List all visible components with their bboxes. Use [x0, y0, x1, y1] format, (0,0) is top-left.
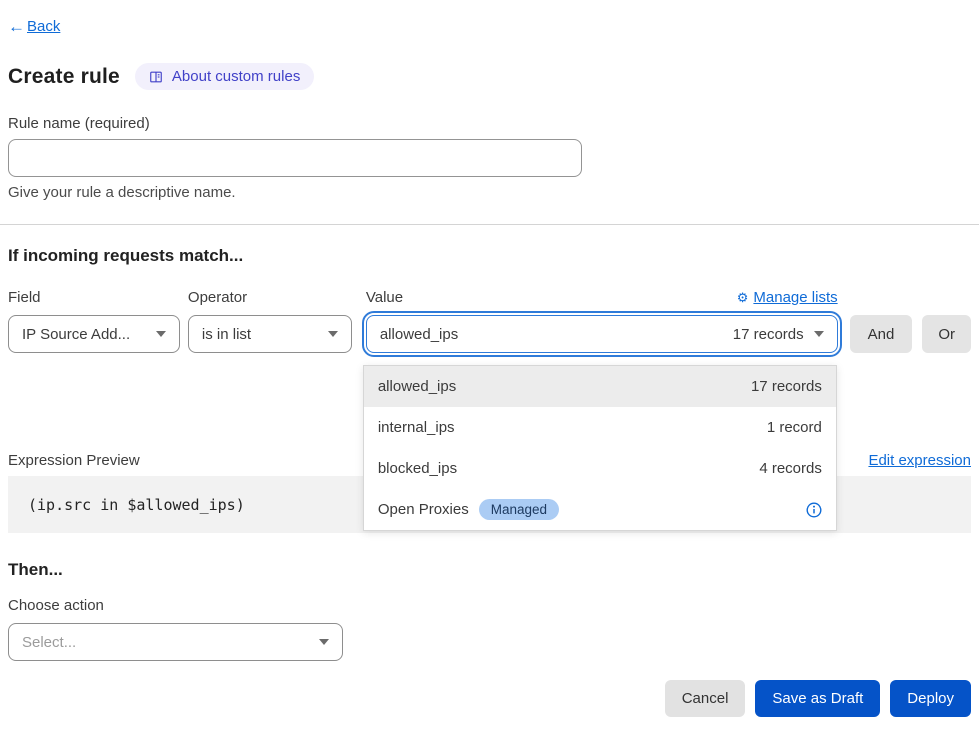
field-select-value: IP Source Add...: [22, 326, 130, 343]
manage-lists-link[interactable]: ⚙ Manage lists: [737, 289, 838, 306]
and-button[interactable]: And: [850, 315, 913, 353]
list-option-meta: 4 records: [759, 460, 822, 477]
match-section-heading: If incoming requests match...: [8, 246, 971, 266]
list-option-open-proxies[interactable]: Open Proxies Managed: [364, 489, 836, 530]
chevron-down-icon: [814, 331, 824, 337]
field-label: Field: [8, 289, 41, 306]
back-label: Back: [27, 18, 60, 35]
back-link[interactable]: ←Back: [8, 18, 60, 35]
about-custom-rules-label: About custom rules: [172, 68, 300, 85]
list-dropdown-panel: allowed_ips 17 records internal_ips 1 re…: [363, 365, 837, 531]
rule-name-input[interactable]: [8, 139, 582, 177]
list-option-allowed-ips[interactable]: allowed_ips 17 records: [364, 366, 836, 407]
or-button[interactable]: Or: [922, 315, 971, 353]
operator-column: Operator is in list: [188, 287, 352, 353]
rule-name-label: Rule name (required): [8, 115, 971, 132]
back-arrow-icon: ←: [8, 18, 25, 35]
info-icon[interactable]: [806, 502, 822, 518]
list-option-name: internal_ips: [378, 419, 455, 436]
section-divider: [0, 224, 979, 225]
list-option-name: allowed_ips: [378, 378, 456, 395]
footer-actions: Cancel Save as Draft Deploy: [8, 680, 971, 717]
field-column: Field IP Source Add...: [8, 287, 180, 353]
operator-select-value: is in list: [202, 326, 251, 343]
list-option-internal-ips[interactable]: internal_ips 1 record: [364, 407, 836, 448]
operator-label: Operator: [188, 289, 247, 306]
page-title: Create rule: [8, 65, 120, 89]
condition-row: Field IP Source Add... Operator is in li…: [8, 287, 971, 353]
chevron-down-icon: [156, 331, 166, 337]
manage-lists-label: Manage lists: [753, 289, 837, 306]
action-select-placeholder: Select...: [22, 634, 76, 651]
edit-expression-link[interactable]: Edit expression: [868, 452, 971, 469]
chevron-down-icon: [328, 331, 338, 337]
action-select[interactable]: Select...: [8, 623, 343, 661]
gear-icon: ⚙: [737, 291, 749, 304]
chevron-down-icon: [319, 639, 329, 645]
list-option-name: Open Proxies: [378, 501, 469, 518]
then-section-heading: Then...: [8, 560, 971, 580]
cancel-button[interactable]: Cancel: [665, 680, 746, 717]
value-select-value: allowed_ips: [380, 326, 458, 343]
rule-name-helper: Give your rule a descriptive name.: [8, 184, 971, 201]
value-column: Value ⚙ Manage lists allowed_ips 17 reco…: [366, 287, 838, 353]
value-label: Value: [366, 289, 403, 306]
list-option-meta: 1 record: [767, 419, 822, 436]
save-as-draft-button[interactable]: Save as Draft: [755, 680, 880, 717]
managed-badge: Managed: [479, 499, 559, 520]
field-select[interactable]: IP Source Add...: [8, 315, 180, 353]
list-option-blocked-ips[interactable]: blocked_ips 4 records: [364, 448, 836, 489]
about-custom-rules-link[interactable]: About custom rules: [135, 63, 314, 90]
choose-action-label: Choose action: [8, 597, 971, 614]
book-icon: [149, 70, 163, 84]
list-option-name: blocked_ips: [378, 460, 457, 477]
value-select-meta: 17 records: [733, 326, 804, 343]
title-row: Create rule About custom rules: [8, 63, 971, 90]
expression-preview-label: Expression Preview: [8, 452, 140, 469]
operator-select[interactable]: is in list: [188, 315, 352, 353]
create-rule-page: ←Back Create rule About custom rules Rul…: [0, 0, 979, 717]
value-select[interactable]: allowed_ips 17 records: [366, 315, 838, 353]
deploy-button[interactable]: Deploy: [890, 680, 971, 717]
list-option-meta: 17 records: [751, 378, 822, 395]
